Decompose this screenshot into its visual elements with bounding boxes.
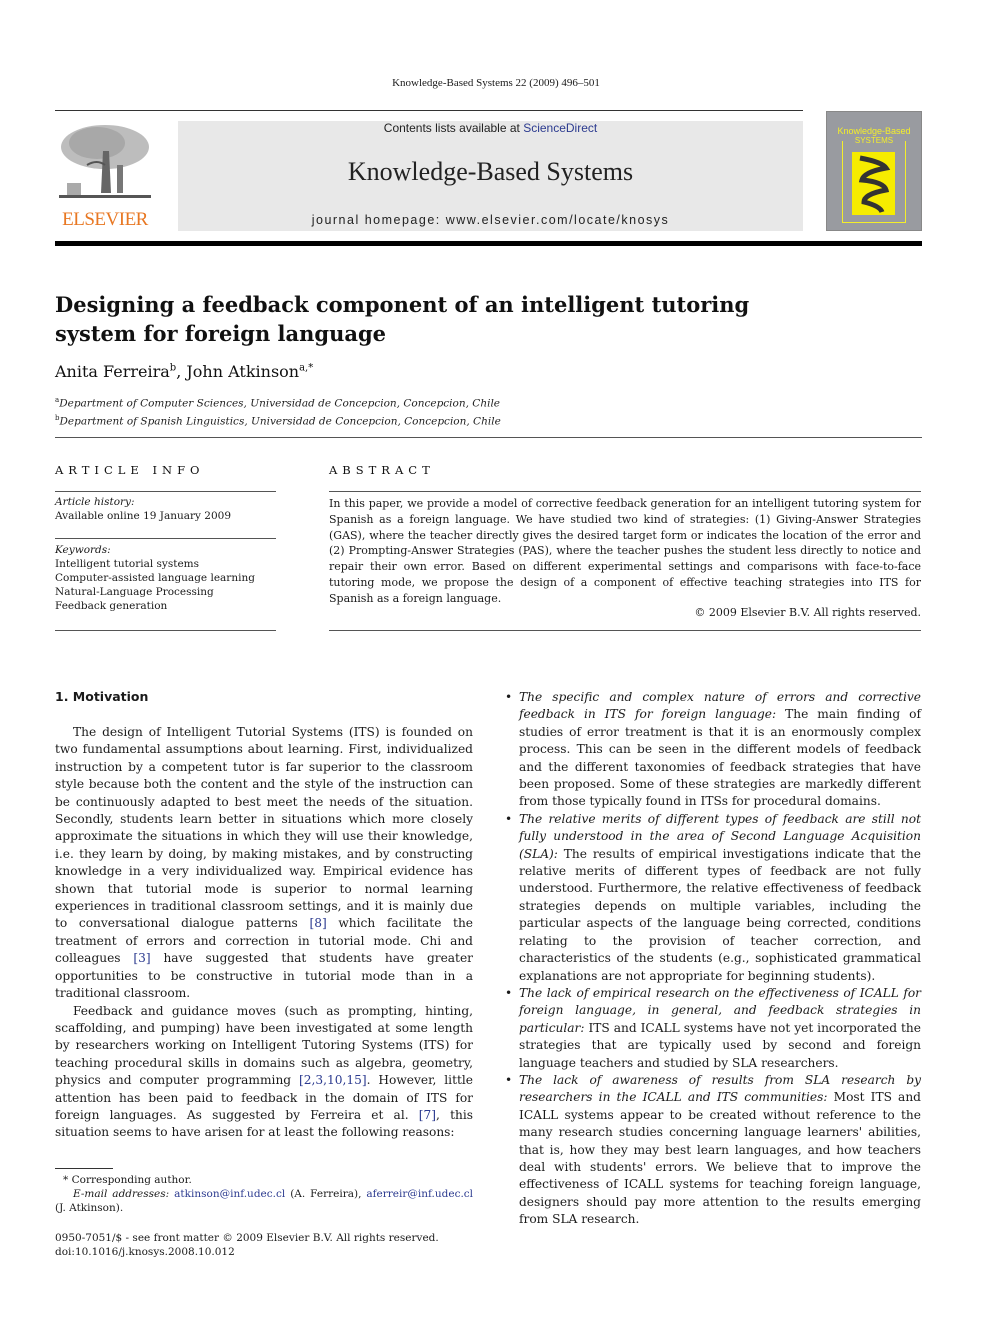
list-item-text: Most ITS and ICALL systems appear to be … — [519, 1090, 921, 1227]
affiliation: aDepartment of Computer Sciences, Univer… — [55, 393, 501, 411]
author-name[interactable]: John Atkinson — [186, 362, 299, 381]
footnote: * Corresponding author. E-mail addresses… — [55, 1173, 473, 1215]
keyword: Feedback generation — [55, 600, 168, 612]
email-link[interactable]: aferreir@inf.udec.cl — [366, 1188, 473, 1200]
doi[interactable]: doi:10.1016/j.knosys.2008.10.012 — [55, 1245, 439, 1259]
copyright: © 2009 Elsevier B.V. All rights reserved… — [694, 606, 921, 619]
corresponding-author-note: * Corresponding author. — [63, 1174, 192, 1186]
affiliations: aDepartment of Computer Sciences, Univer… — [55, 393, 501, 428]
affiliation-text: Department of Computer Sciences, Univers… — [59, 397, 501, 410]
author-list: Anita Ferreirab, John Atkinsona,* — [55, 362, 314, 381]
email-note: E-mail addresses: atkinson@inf.udec.cl (… — [55, 1187, 473, 1215]
article-title: Designing a feedback component of an int… — [55, 292, 750, 346]
bullet-icon: • — [505, 985, 513, 1000]
cover-title: Knowledge-Based — [837, 126, 911, 136]
list-item-text: The results of empirical investigations … — [519, 846, 921, 983]
info-divider — [55, 538, 276, 539]
affiliation: bDepartment of Spanish Linguistics, Univ… — [55, 411, 501, 429]
running-head: Knowledge-Based Systems 22 (2009) 496–50… — [392, 77, 600, 89]
article-info-label: ARTICLE INFO — [55, 463, 205, 477]
info-divider — [55, 491, 276, 492]
author-affiliation-marker[interactable]: a,* — [299, 363, 313, 374]
list-item-text: The main finding of studies of error tre… — [519, 707, 921, 809]
bullet-icon: • — [505, 690, 513, 704]
list-item: • The lack of awareness of results from S… — [505, 1072, 921, 1229]
text-run: The design of Intelligent Tutorial Syste… — [55, 725, 473, 931]
citation-link[interactable]: [7] — [419, 1108, 436, 1122]
history-label: Article history: — [55, 496, 135, 508]
paragraph: Feedback and guidance moves (such as pro… — [55, 1003, 473, 1142]
info-divider — [55, 630, 276, 631]
abstract-label: ABSTRACT — [329, 463, 435, 477]
affiliation-text: Department of Spanish Linguistics, Unive… — [59, 415, 501, 427]
email-owner: (J. Atkinson). — [55, 1202, 124, 1214]
footnote-rule — [55, 1168, 113, 1169]
contents-prefix: Contents lists available at — [383, 121, 524, 135]
citation-link[interactable]: [8] — [309, 916, 326, 930]
history-value: Available online 19 January 2009 — [55, 510, 232, 522]
citation-link[interactable]: [2,3,10,15] — [299, 1073, 367, 1087]
keywords-label: Keywords: — [55, 544, 111, 556]
issn-line: 0950-7051/$ - see front matter © 2009 El… — [55, 1232, 439, 1244]
list-item: • The lack of empirical research on the e… — [505, 985, 921, 1072]
section-heading: 1. Motivation — [55, 689, 149, 704]
abstract-divider — [329, 630, 921, 631]
bullet-icon: • — [505, 1072, 513, 1087]
paragraph: The design of Intelligent Tutorial Syste… — [55, 724, 473, 1003]
journal-banner: Contents lists available at ScienceDirec… — [178, 121, 803, 231]
journal-homepage[interactable]: journal homepage: www.elsevier.com/locat… — [178, 213, 803, 227]
citation-link[interactable]: [3] — [133, 951, 150, 965]
elsevier-wordmark: ELSEVIER — [62, 209, 148, 230]
email-link[interactable]: atkinson@inf.udec.cl — [174, 1188, 285, 1200]
list-item: • The specific and complex nature of erro… — [505, 689, 921, 811]
header-thick-rule — [55, 241, 922, 246]
elsevier-tree-icon — [59, 125, 151, 198]
keyword: Intelligent tutorial systems — [55, 558, 200, 570]
bullet-icon: • — [505, 811, 513, 826]
journal-cover[interactable]: Knowledge-Based SYSTEMS — [826, 111, 922, 231]
email-owner: (A. Ferreira), — [285, 1188, 367, 1200]
keyword: Natural-Language Processing — [55, 586, 214, 598]
left-column: The design of Intelligent Tutorial Syste… — [55, 724, 473, 1142]
elsevier-logo[interactable]: ELSEVIER — [55, 121, 155, 233]
keyword: Computer-assisted language learning — [55, 572, 255, 584]
abstract-divider — [329, 491, 921, 492]
list-item: • The relative merits of different types … — [505, 811, 921, 985]
header-rule — [55, 110, 803, 111]
front-matter: 0950-7051/$ - see front matter © 2009 El… — [55, 1231, 439, 1259]
author-name[interactable]: Anita Ferreira — [55, 362, 170, 381]
section-divider — [55, 437, 922, 438]
contents-line: Contents lists available at ScienceDirec… — [178, 121, 803, 135]
sciencedirect-link[interactable]: ScienceDirect — [523, 121, 597, 135]
right-column: • The specific and complex nature of erro… — [505, 689, 921, 1229]
email-label: E-mail addresses: — [73, 1188, 170, 1200]
author-affiliation-marker[interactable]: b — [170, 363, 176, 374]
journal-name: Knowledge-Based Systems — [347, 157, 634, 186]
abstract-text: In this paper, we provide a model of cor… — [329, 497, 921, 605]
article-history: Article history: Available online 19 Jan… — [55, 495, 276, 523]
keywords: Keywords: Intelligent tutorial systems C… — [55, 543, 276, 613]
cover-art-icon — [852, 152, 895, 215]
